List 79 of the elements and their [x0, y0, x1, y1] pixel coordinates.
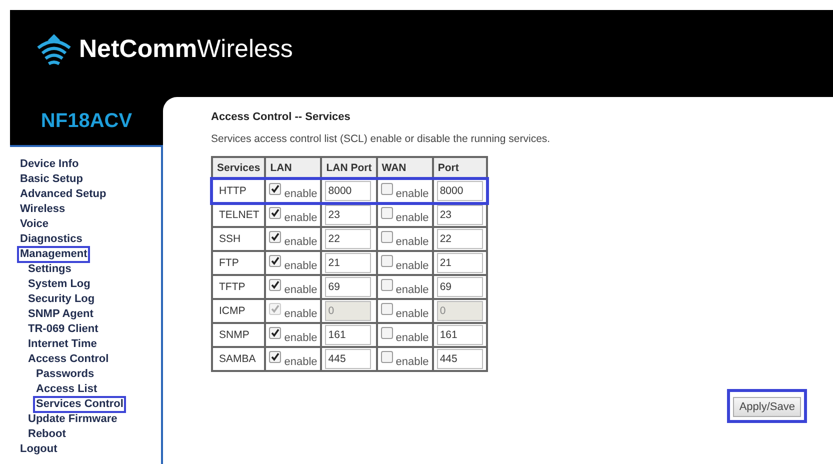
service-name: SSH — [219, 233, 241, 245]
checkbox-label: enable — [284, 236, 318, 248]
sidebar-item[interactable]: Diagnostics — [17, 231, 86, 248]
checkbox-label: enable — [284, 284, 318, 296]
sidebar-item[interactable]: SNMP Agent — [25, 306, 96, 323]
checkbox-label: enable — [396, 212, 429, 224]
checkbox-label: enable — [396, 284, 429, 296]
checkbox-label: enable — [396, 188, 429, 200]
port-field[interactable]: 69 — [325, 277, 372, 297]
checkbox-label: enable — [284, 332, 318, 344]
sidebar-item[interactable]: Services Control — [33, 396, 126, 413]
sidebar-item[interactable]: Reboot — [25, 426, 69, 443]
service-name: SNMP — [219, 329, 250, 341]
column-header: Services — [212, 157, 266, 179]
wifi-icon — [35, 32, 73, 66]
apply-save-button[interactable]: Apply/Save — [733, 397, 801, 417]
checkbox[interactable] — [380, 182, 393, 194]
checkbox-label: enable — [396, 308, 429, 320]
sidebar-item[interactable]: Access Control — [25, 351, 112, 368]
checkbox[interactable] — [380, 350, 393, 362]
sidebar-item[interactable]: Update Firmware — [25, 411, 120, 428]
logo-text: NetCommWireless — [79, 35, 293, 64]
sidebar-item[interactable]: Device Info — [17, 156, 82, 173]
service-name: TELNET — [219, 209, 260, 221]
checkbox[interactable] — [380, 326, 393, 338]
service-name: SAMBA — [219, 353, 256, 365]
sidebar-item[interactable]: TR-069 Client — [25, 321, 102, 338]
description-text: Services access control list (SCL) enable or disable the running services. — [211, 133, 552, 145]
port-field[interactable]: 161 — [325, 325, 372, 345]
checkbox-label: enable — [396, 260, 429, 272]
model-name: NF18ACV — [40, 110, 132, 132]
checkbox[interactable] — [269, 326, 282, 338]
checkbox-label: enable — [284, 212, 318, 224]
checkbox[interactable] — [380, 230, 393, 242]
service-name: HTTP — [219, 185, 246, 197]
checkbox-label: enable — [396, 236, 429, 248]
checkbox[interactable] — [269, 254, 282, 266]
port-field[interactable]: 22 — [436, 229, 483, 249]
sidebar-item[interactable]: Logout — [17, 441, 60, 458]
port-field[interactable]: 445 — [325, 349, 372, 369]
sidebar-item[interactable]: Management — [17, 246, 90, 263]
port-field[interactable]: 445 — [436, 349, 483, 369]
checkbox[interactable] — [269, 278, 282, 290]
checkbox[interactable] — [380, 278, 393, 290]
port-field[interactable]: 23 — [436, 205, 483, 225]
checkbox[interactable] — [380, 254, 393, 266]
port-field[interactable]: 161 — [436, 325, 483, 345]
checkbox[interactable] — [380, 206, 393, 218]
sidebar-item[interactable]: Internet Time — [25, 336, 100, 353]
port-field[interactable]: 21 — [325, 253, 372, 273]
port-field[interactable]: 21 — [436, 253, 483, 273]
sidebar-item[interactable]: Wireless — [17, 201, 68, 218]
service-name: FTP — [219, 257, 239, 269]
checkbox-label: enable — [396, 332, 429, 344]
sidebar-item[interactable]: Voice — [17, 216, 52, 233]
sidebar-item[interactable]: System Log — [25, 276, 94, 293]
checkbox-label: enable — [396, 356, 429, 368]
port-field[interactable]: 23 — [325, 205, 372, 225]
checkbox-label: enable — [284, 356, 318, 368]
checkbox[interactable] — [269, 350, 282, 362]
checkbox-label: enable — [284, 188, 318, 200]
checkbox-label: enable — [284, 308, 318, 320]
sidebar-item[interactable]: Security Log — [25, 291, 98, 308]
port-field[interactable]: 69 — [436, 277, 483, 297]
checkbox[interactable] — [269, 230, 282, 242]
checkbox[interactable] — [269, 182, 282, 194]
sidebar-item[interactable]: Advanced Setup — [17, 186, 110, 203]
port-field[interactable]: 22 — [325, 229, 372, 249]
checkbox-label: enable — [284, 260, 318, 272]
service-name: TFTP — [219, 281, 246, 293]
section-title: Access Control -- Services — [211, 111, 352, 123]
service-name: ICMP — [219, 305, 246, 317]
sidebar-item[interactable]: Passwords — [33, 366, 98, 383]
port-field[interactable]: 8000 — [436, 181, 483, 201]
checkbox[interactable] — [269, 206, 282, 218]
sidebar-item[interactable]: Basic Setup — [17, 171, 86, 188]
sidebar-item[interactable]: Access List — [33, 381, 100, 398]
sidebar-item[interactable]: Settings — [25, 261, 74, 278]
port-field[interactable]: 8000 — [325, 181, 372, 201]
